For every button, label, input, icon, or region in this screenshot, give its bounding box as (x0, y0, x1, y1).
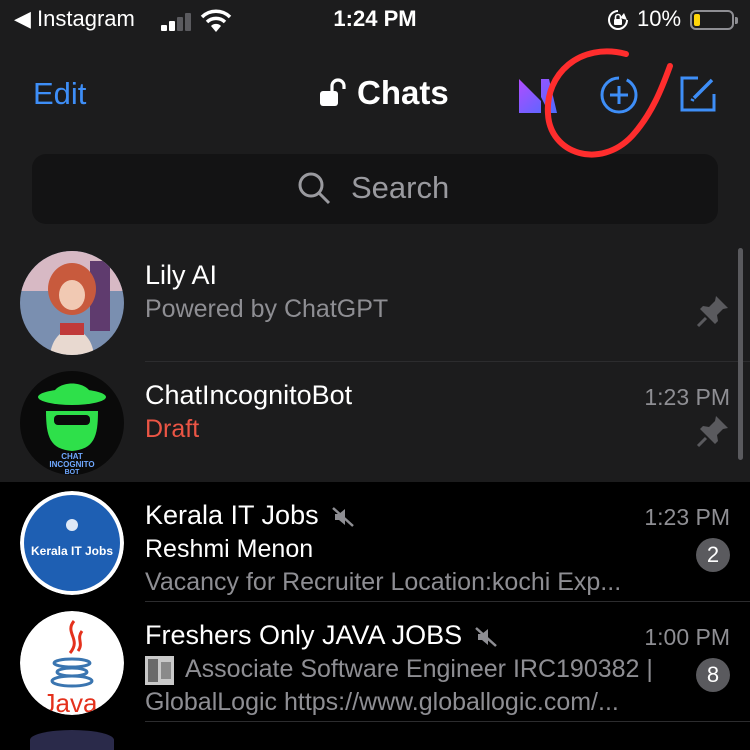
search-placeholder: Search (351, 170, 450, 205)
highlight-circle-annotation (544, 48, 673, 158)
avatar (30, 730, 114, 750)
compose-icon[interactable] (678, 74, 718, 114)
chat-title: Freshers Only JAVA JOBS (145, 620, 498, 651)
chat-row-freshers-only-java-jobs[interactable]: Java Freshers Only JAVA JOBS Associate S… (0, 602, 750, 722)
avatar: Java (20, 611, 124, 715)
chat-sender: Reshmi Menon (145, 535, 314, 563)
chat-preview: Vacancy for Recruiter Location:kochi Exp… (145, 568, 622, 596)
chat-subtitle: Powered by ChatGPT (145, 295, 389, 323)
avatar: CHAT INCOGNITO BOT (20, 371, 124, 475)
image-thumbnail-icon (145, 656, 174, 685)
edit-button[interactable]: Edit (33, 76, 86, 112)
status-bar: ◀ Instagram 1:24 PM 10% (0, 0, 750, 42)
chat-list: Lily AI Powered by ChatGPT CHAT INCOGNIT… (0, 242, 750, 750)
chat-row-lily-ai[interactable]: Lily AI Powered by ChatGPT (0, 242, 750, 362)
chat-title: ChatIncognitoBot (145, 380, 353, 410)
chat-time: 1:23 PM (644, 384, 730, 410)
pin-icon (696, 416, 728, 448)
unread-badge: 2 (696, 538, 730, 572)
avatar-text: Kerala IT Jobs (31, 544, 113, 558)
chat-title: Kerala IT Jobs (145, 500, 355, 531)
chat-time: 1:00 PM (644, 624, 730, 650)
mute-icon (475, 626, 497, 647)
avatar-text: Java (43, 688, 98, 715)
pin-icon (696, 296, 728, 328)
chat-title: Lily AI (145, 260, 218, 290)
scrollbar[interactable] (738, 248, 743, 460)
battery-percent: 10% (637, 6, 682, 31)
search-icon (298, 172, 331, 205)
chat-time: 1:23 PM (644, 504, 730, 530)
orientation-lock-icon (608, 10, 628, 30)
lock-open-icon[interactable] (318, 78, 348, 108)
chat-preview-line-2: GlobalLogic https://www.globallogic.com/… (145, 688, 619, 716)
draft-label: Draft (145, 415, 200, 443)
avatar (20, 251, 124, 355)
avatar: Kerala IT Jobs (20, 491, 124, 595)
row-divider (145, 721, 750, 722)
mute-icon (331, 506, 354, 527)
chat-row-kerala-it-jobs[interactable]: Kerala IT Jobs Kerala IT Jobs Reshmi Men… (0, 482, 750, 602)
page-title: Chats (357, 74, 449, 111)
chat-row-chatincognitobot[interactable]: CHAT INCOGNITO BOT ChatIncognitoBot Draf… (0, 362, 750, 482)
battery-icon (690, 10, 738, 30)
svg-text:BOT: BOT (65, 469, 81, 475)
svg-text:INCOGNITO: INCOGNITO (49, 460, 94, 469)
unread-badge: 8 (696, 658, 730, 692)
chat-preview-line-1: Associate Software Engineer IRC190382 | (185, 655, 653, 683)
